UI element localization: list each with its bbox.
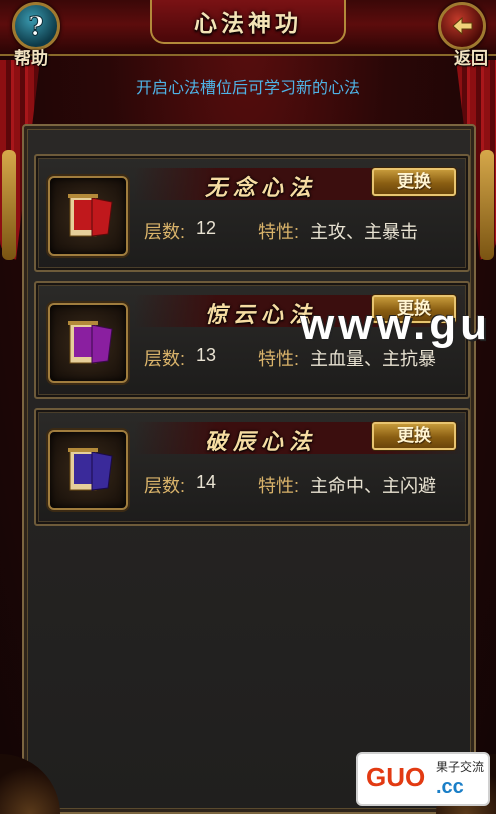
game-screen: 心法神功 ? 帮助 返回 开启心法槽位后可学习新的心法 无念心法 更换 层数: … (0, 0, 496, 814)
level-label: 层数: (144, 476, 186, 496)
scroll-icon (68, 448, 113, 491)
skill-icon-frame[interactable] (48, 430, 128, 510)
back-label[interactable]: 返回 (454, 44, 488, 69)
site-watermark: www.gu (300, 300, 492, 349)
title-bar: 心法神功 (0, 0, 496, 56)
logo-suffix: .cc (436, 776, 464, 798)
skill-name: 破辰心法 (204, 429, 317, 455)
question-mark-icon: ? (28, 12, 44, 42)
tassel-right (480, 150, 494, 260)
help-button[interactable]: ? (12, 2, 60, 50)
skill-icon-frame[interactable] (48, 176, 128, 256)
help-label[interactable]: 帮助 (14, 44, 48, 69)
trait-label: 特性: (258, 222, 300, 242)
back-button[interactable] (438, 2, 486, 50)
title-plaque: 心法神功 (150, 0, 346, 44)
trait-label: 特性: (258, 349, 300, 369)
skill-card: 无念心法 更换 层数: 12 特性: 主攻、主暴击 (34, 154, 470, 272)
level-value: 14 (196, 472, 217, 492)
trait-value: 主攻、主暴击 (310, 222, 418, 242)
scroll-icon (68, 194, 113, 237)
svg-text:?: ? (28, 12, 43, 41)
logo-main: GUO (366, 762, 426, 792)
skill-name: 无念心法 (204, 175, 317, 201)
skill-card: 破辰心法 更换 层数: 14 特性: 主命中、主闪避 (34, 408, 470, 526)
tassel-left (2, 150, 16, 260)
level-value: 13 (196, 345, 217, 365)
level-label: 层数: (144, 349, 186, 369)
skill-icon-frame[interactable] (48, 303, 128, 383)
scroll-icon (68, 321, 113, 364)
back-arrow-icon (452, 16, 473, 36)
change-button[interactable]: 更换 (372, 422, 456, 450)
level-value: 12 (196, 218, 217, 238)
trait-label: 特性: (258, 476, 300, 496)
slot-hint: 开启心法槽位后可学习新的心法 (135, 80, 360, 97)
page-title: 心法神功 (194, 10, 302, 37)
skill-panel: 无念心法 更换 层数: 12 特性: 主攻、主暴击 惊云心法 更换 层数: 13… (22, 124, 476, 814)
change-button[interactable]: 更换 (372, 168, 456, 196)
logo-tagline: 果子交流 (436, 760, 485, 774)
level-label: 层数: (144, 222, 186, 242)
site-logo: GUO 果子交流 .cc (356, 752, 490, 806)
trait-value: 主命中、主闪避 (310, 476, 436, 496)
